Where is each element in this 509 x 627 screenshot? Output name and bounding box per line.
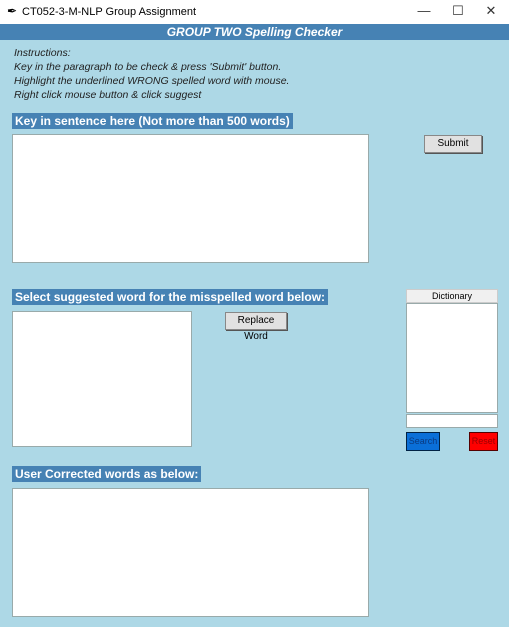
dictionary-header: Dictionary bbox=[406, 289, 498, 303]
suggest-label: Select suggested word for the misspelled… bbox=[12, 289, 329, 305]
replace-word-button[interactable]: Replace Word bbox=[225, 312, 287, 342]
instruction-line: Key in the paragraph to be check & press… bbox=[14, 61, 282, 73]
instruction-line: Right click mouse button & click suggest bbox=[14, 89, 202, 101]
corrected-words-output[interactable] bbox=[12, 488, 369, 617]
suggestion-listbox[interactable] bbox=[12, 311, 192, 447]
instructions-heading: Instructions: bbox=[14, 47, 71, 59]
window-title: CT052-3-M-NLP Group Assignment bbox=[22, 6, 197, 18]
submit-button[interactable]: Submit bbox=[424, 135, 482, 153]
instruction-line: Highlight the underlined WRONG spelled w… bbox=[14, 75, 290, 87]
close-button[interactable]: ✕ bbox=[481, 3, 501, 19]
search-button[interactable]: Search bbox=[406, 432, 440, 451]
sentence-input[interactable] bbox=[12, 134, 369, 263]
dictionary-search-input[interactable] bbox=[406, 414, 498, 428]
app-header: GROUP TWO Spelling Checker bbox=[0, 24, 509, 40]
title-bar: ✒ CT052-3-M-NLP Group Assignment — ☐ ✕ bbox=[0, 0, 509, 24]
input-label: Key in sentence here (Not more than 500 … bbox=[12, 113, 293, 129]
reset-button[interactable]: Reset bbox=[469, 432, 498, 451]
corrected-label: User Corrected words as below: bbox=[12, 466, 202, 482]
feather-icon: ✒ bbox=[7, 4, 18, 18]
minimize-button[interactable]: — bbox=[414, 3, 434, 18]
maximize-button[interactable]: ☐ bbox=[448, 3, 468, 19]
dictionary-listbox[interactable] bbox=[406, 303, 498, 413]
